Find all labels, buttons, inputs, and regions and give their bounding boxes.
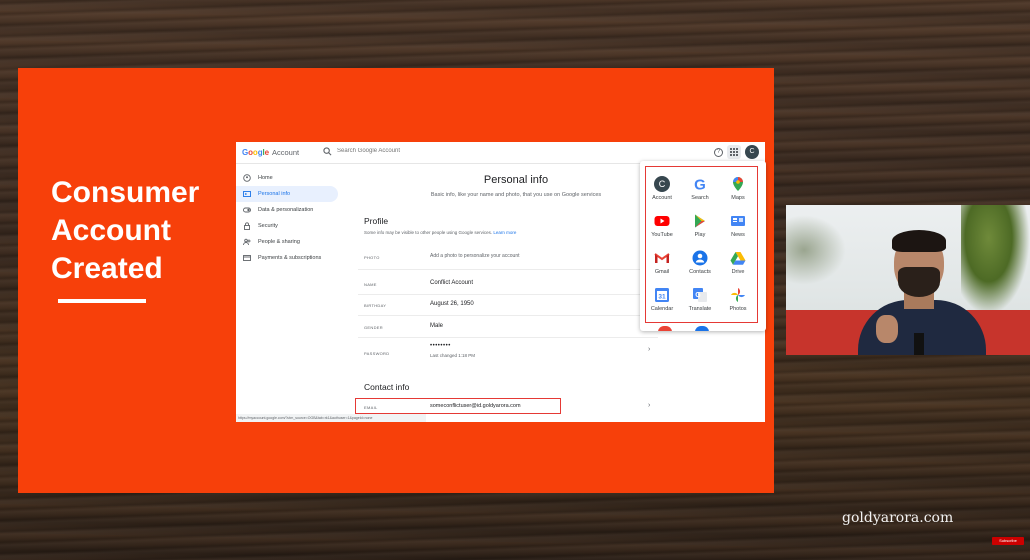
password-last-changed: Last changed 1:18 PM <box>430 353 476 358</box>
profile-note: Some info may be visible to other people… <box>364 230 517 235</box>
chevron-right-icon: › <box>648 346 651 353</box>
search-icon[interactable] <box>323 147 332 156</box>
row-label: PHOTO <box>364 255 380 260</box>
sidebar-item-data-personalization[interactable]: Data & personalization <box>236 202 341 218</box>
divider <box>358 315 658 316</box>
row-value: August 26, 1950 <box>430 301 474 307</box>
slide-title: Consumer Account Created <box>51 174 221 288</box>
slide-title-line: Account <box>51 214 171 247</box>
contact-heading: Contact info <box>364 382 410 392</box>
search-input[interactable] <box>337 148 497 154</box>
divider <box>358 294 658 295</box>
people-icon <box>243 238 251 246</box>
avatar[interactable]: C <box>745 145 759 159</box>
google-logo[interactable]: Google <box>242 148 269 157</box>
page-title: Personal info <box>483 174 549 186</box>
sidebar-item-security[interactable]: Security <box>236 218 341 234</box>
card-icon <box>243 255 251 261</box>
row-value: Conflict Account <box>430 280 474 286</box>
status-bar-url: https://myaccount.google.com/?utm_source… <box>236 414 426 422</box>
channel-watermark: goldyarora.com <box>842 510 954 526</box>
lock-icon <box>244 222 250 230</box>
profile-heading: Profile <box>364 216 389 226</box>
slide-title-line: Created <box>51 252 163 285</box>
sidebar-item-label: Security <box>258 223 278 229</box>
product-name: Account <box>272 148 300 157</box>
chevron-right-icon: › <box>648 402 651 409</box>
sidebar-item-label: People & sharing <box>258 239 300 245</box>
presenter-webcam <box>786 205 1030 355</box>
page-subtitle: Basic info, like your name and photo, th… <box>430 192 602 198</box>
slide-underline <box>58 299 146 303</box>
help-icon[interactable]: ? <box>714 148 723 157</box>
email-highlight-box <box>355 398 561 414</box>
subscribe-button[interactable]: Subscribe <box>992 537 1024 545</box>
divider <box>358 269 658 270</box>
sidebar-item-label: Data & personalization <box>258 207 314 213</box>
row-value: Add a photo to personalize your account <box>430 253 520 259</box>
sidebar-item-label: Payments & subscriptions <box>258 255 322 261</box>
row-value: •••••••• <box>430 343 451 349</box>
apps-highlight-box <box>645 166 758 323</box>
row-label: GENDER <box>364 325 383 330</box>
row-label: PASSWORD <box>364 351 390 356</box>
slide-title-line: Consumer <box>51 176 200 209</box>
divider <box>358 337 658 338</box>
row-label: BIRTHDAY <box>364 303 387 308</box>
more-apps-peek-icon <box>695 326 709 331</box>
row-label: NAME <box>364 282 377 287</box>
row-value: Male <box>430 323 444 329</box>
sidebar-item-people-sharing[interactable]: People & sharing <box>236 234 341 250</box>
apps-grid-icon[interactable] <box>727 145 741 159</box>
toggle-icon <box>243 207 251 213</box>
learn-more-link[interactable]: Learn more <box>493 230 516 235</box>
more-apps-peek-icon <box>658 326 672 331</box>
sidebar-item-payments[interactable]: Payments & subscriptions <box>236 250 341 266</box>
